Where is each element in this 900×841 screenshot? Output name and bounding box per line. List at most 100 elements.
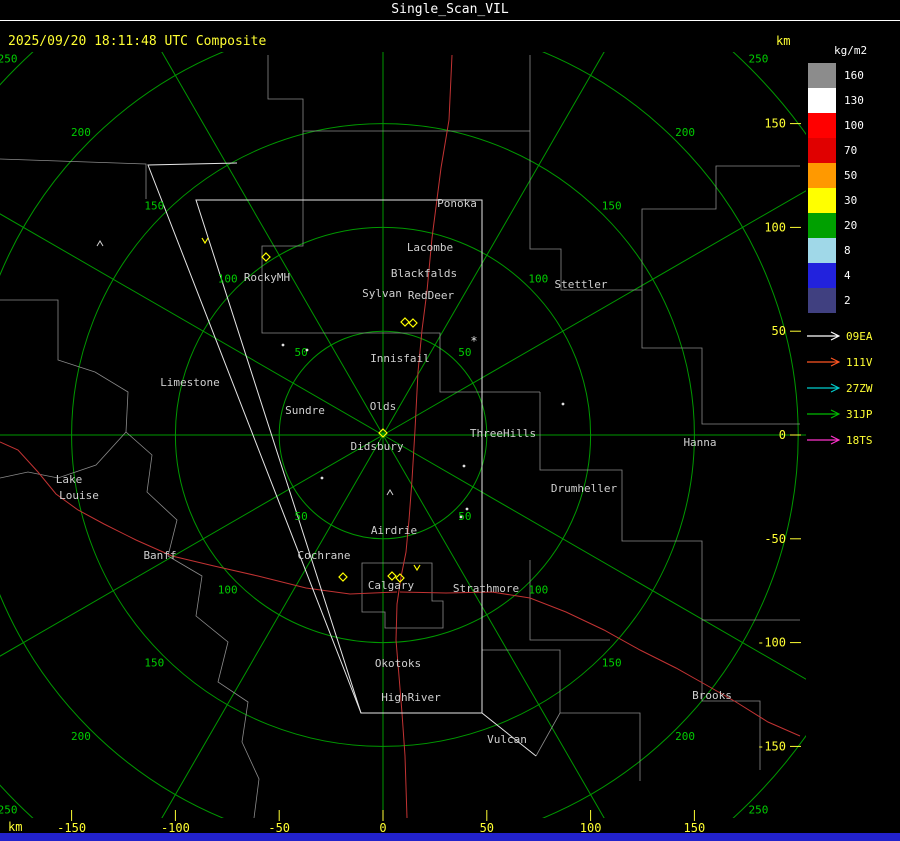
city-label: Ponoka — [437, 197, 477, 210]
legend-entry: 100 — [806, 113, 900, 138]
storm-markers: * — [96, 237, 565, 583]
ring-distance-label: 50 — [294, 346, 307, 359]
range-ring — [0, 52, 799, 818]
legend-color-swatch — [808, 88, 836, 113]
track-id-label: 111V — [846, 355, 873, 369]
track-legend-row: 111V — [806, 349, 900, 375]
boundary-line — [361, 562, 444, 629]
city-label: Cochrane — [298, 549, 351, 562]
city-label: Airdrie — [371, 524, 417, 537]
right-axis-label: -50 — [764, 532, 786, 546]
ring-distance-label: 100 — [528, 273, 548, 286]
legend-color-swatch — [808, 238, 836, 263]
right-axis-label: -100 — [757, 636, 786, 650]
storm-cell-dot — [459, 515, 463, 519]
legend-color-swatch — [808, 288, 836, 313]
ring-distance-label: 150 — [144, 199, 164, 212]
right-axis-label: 0 — [779, 428, 786, 442]
legend-color-swatch — [808, 138, 836, 163]
legend-value-label: 2 — [844, 294, 851, 307]
legend-color-swatch — [808, 263, 836, 288]
legend-value-label: 20 — [844, 219, 858, 232]
track-legend-row: 09EA — [806, 323, 900, 349]
storm-caret-marker — [201, 237, 209, 245]
city-label: Sundre — [285, 404, 325, 417]
boundary-line — [529, 560, 610, 641]
legend-value-label: 70 — [844, 144, 858, 157]
legend-entry: 50 — [806, 163, 900, 188]
track-arrow-icon — [807, 357, 840, 367]
legend-entry: 2 — [806, 288, 900, 313]
ring-distance-label: 100 — [528, 583, 548, 596]
legend-color-swatch — [808, 163, 836, 188]
axis-ticks: 150100500-50-100-150-150 -100 -50 0 50 100 150 — [57, 117, 801, 835]
right-axis-label: 150 — [764, 117, 786, 131]
radar-map[interactable]: 50 5050 50100 100100 100150 150150 150200 20020… — [0, 0, 900, 841]
legend-panel: kg/m2 160 130 100 70 50 30 20 8 4 2 09EA 111V 27ZW 3… — [806, 44, 900, 453]
storm-cell-dot — [320, 476, 324, 480]
city-label: Okotoks — [375, 657, 421, 670]
storm-track-legend: 09EA 111V 27ZW 31JP 18TS — [806, 323, 900, 453]
legend-entry: 8 — [806, 238, 900, 263]
city-label: RockyMH — [244, 271, 290, 284]
legend-color-swatch — [808, 113, 836, 138]
city-label: Stettler — [555, 278, 608, 291]
site-diamond-marker — [261, 252, 271, 262]
ring-distance-label: 200 — [71, 126, 91, 139]
city-label: Drumheller — [551, 482, 618, 495]
track-arrow-icon — [807, 331, 840, 341]
city-label: Olds — [370, 400, 397, 413]
right-axis-label: 50 — [772, 324, 786, 338]
storm-asterisk-marker: * — [470, 334, 477, 348]
legend-color-swatch — [808, 188, 836, 213]
radial-line — [161, 52, 384, 436]
ring-distance-label: 150 — [144, 657, 164, 670]
right-axis-label: 100 — [764, 220, 786, 234]
scan-sector-outline — [147, 162, 362, 714]
legend-entry: 20 — [806, 213, 900, 238]
legend-color-swatch — [808, 213, 836, 238]
legend-entry: 160 — [806, 63, 900, 88]
track-legend-row: 27ZW — [806, 375, 900, 401]
city-label: HighRiver — [381, 691, 441, 704]
bottom-status-strip — [0, 833, 900, 841]
site-diamond-marker — [408, 318, 418, 328]
city-label: Brooks — [692, 689, 732, 702]
radial-line — [0, 213, 384, 436]
radial-line — [382, 52, 605, 436]
radar-app-window: Single_Scan_VIL 2025/09/20 18:11:48 UTC … — [0, 0, 900, 841]
storm-cell-dot — [281, 343, 285, 347]
ring-distance-label: 250 — [0, 803, 17, 816]
ring-distance-label: 200 — [71, 730, 91, 743]
storm-caret-marker — [413, 564, 421, 572]
storm-cell-dot — [305, 348, 309, 352]
city-label: Lacombe — [407, 241, 453, 254]
city-label: Blackfalds — [391, 267, 457, 280]
boundary-line — [539, 392, 800, 621]
site-diamond-marker — [400, 317, 410, 327]
track-id-label: 27ZW — [846, 381, 873, 395]
city-label: Didsbury — [351, 440, 404, 453]
legend-unit-label: kg/m2 — [834, 44, 868, 57]
ring-distance-label: 50 — [294, 510, 307, 523]
ring-distance-label: 100 — [218, 583, 238, 596]
scan-area-outline — [147, 162, 537, 757]
legend-entry: 4 — [806, 263, 900, 288]
city-label: Lake — [56, 473, 83, 486]
legend-value-label: 8 — [844, 244, 851, 257]
track-arrow-icon — [807, 383, 840, 393]
ring-distance-label: 250 — [0, 53, 17, 66]
city-label: Sylvan — [362, 287, 402, 300]
city-label: Banff — [143, 549, 176, 562]
city-label: Calgary — [368, 579, 415, 592]
legend-color-scale: 160 130 100 70 50 30 20 8 4 2 — [806, 63, 900, 313]
city-label: ThreeHills — [470, 427, 536, 440]
ring-distance-label: 200 — [675, 730, 695, 743]
ring-distance-label: 250 — [749, 803, 769, 816]
city-label: Vulcan — [487, 733, 527, 746]
boundary-line — [529, 55, 642, 291]
radial-line — [382, 434, 806, 680]
ring-distance-label: 50 — [458, 346, 471, 359]
highway-1-east — [399, 591, 801, 737]
white-caret-marker — [96, 240, 104, 247]
